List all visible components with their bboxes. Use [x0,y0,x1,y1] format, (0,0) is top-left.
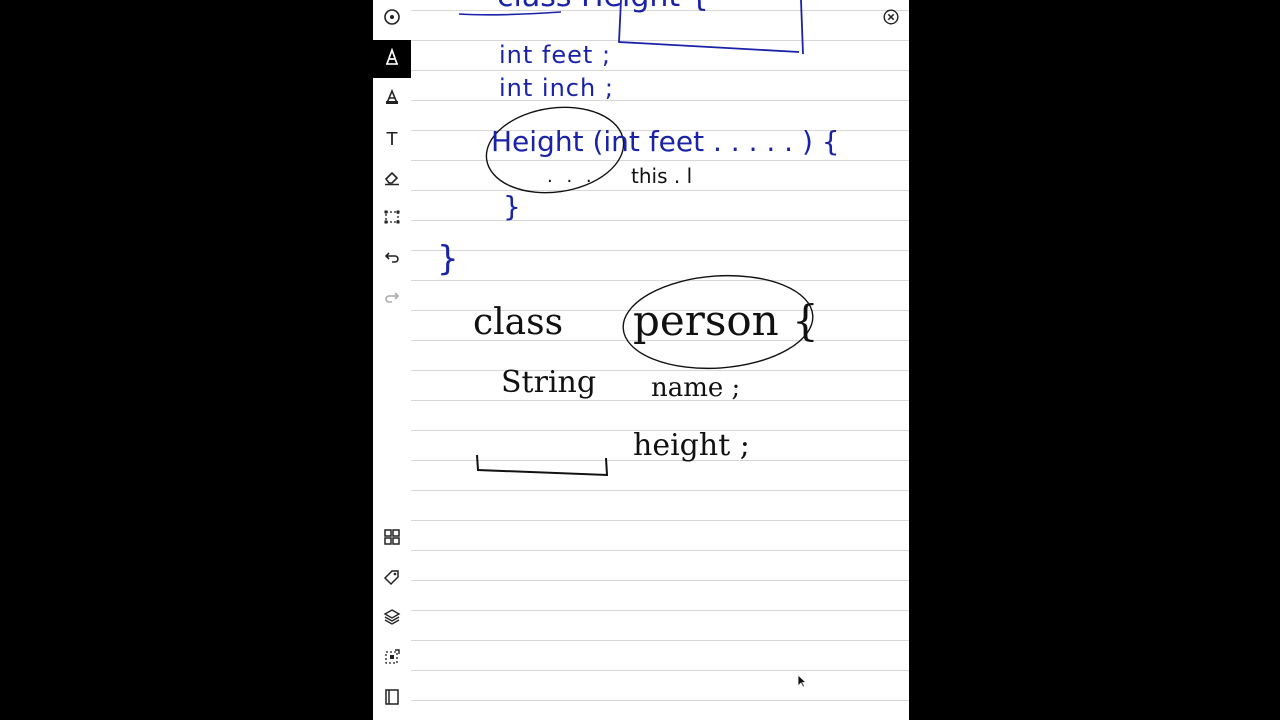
tag-button[interactable] [373,560,411,598]
note-class-keyword: class [473,302,564,343]
highlighter-tool-button[interactable] [373,80,411,118]
grid-view-icon [383,528,401,550]
notebook-icon [383,688,401,710]
note-height-field: height ; [633,428,750,463]
note-int-feet: int feet ; [499,41,612,69]
note-this-ref: this . l [631,164,693,188]
close-icon [883,9,899,29]
eraser-tool-button[interactable] [373,160,411,198]
toolbar: T [373,0,411,720]
selection-icon [383,208,401,230]
layers-icon [383,608,401,630]
note-inner-brace-close: } [503,190,521,223]
mouse-pointer-icon [797,673,808,692]
crop-button[interactable] [373,640,411,678]
eraser-icon [383,168,401,190]
note-app-window: T int feet ; int inch ; Height (int feet… [373,0,909,720]
pen-tool-button[interactable] [373,40,411,78]
note-class-name: person { [633,296,819,345]
note-constructor: Height (int feet . . . . . ) { [491,125,840,158]
pen-icon [383,47,401,70]
notebook-button[interactable] [373,680,411,718]
undo-icon [383,248,401,270]
note-outer-brace-close: } [437,239,459,279]
text-tool-button[interactable]: T [373,120,411,158]
placeholder-bracket-stroke [476,454,609,477]
grid-view-button[interactable] [373,520,411,558]
highlighter-icon [383,88,401,110]
undo-button[interactable] [373,240,411,278]
selection-tool-button[interactable] [373,200,411,238]
note-name-field: name ; [651,373,741,403]
layers-button[interactable] [373,600,411,638]
note-top-partial: class Height { [497,0,709,12]
note-body-dots: . . . [547,166,596,187]
tag-icon [383,568,401,590]
redo-button[interactable] [373,280,411,318]
crop-icon [383,648,401,670]
text-tool-icon: T [386,128,398,150]
redo-icon [383,288,401,310]
note-int-inch: int inch ; [499,74,614,102]
menu-icon [383,8,401,30]
note-canvas[interactable]: class Height { int feet ; int inch ; Hei… [411,0,909,720]
top-box-right-stroke [800,0,804,55]
menu-button[interactable] [373,0,411,38]
close-button[interactable] [881,9,901,29]
ink-strokes [458,0,814,477]
note-string-type: String [501,365,597,400]
